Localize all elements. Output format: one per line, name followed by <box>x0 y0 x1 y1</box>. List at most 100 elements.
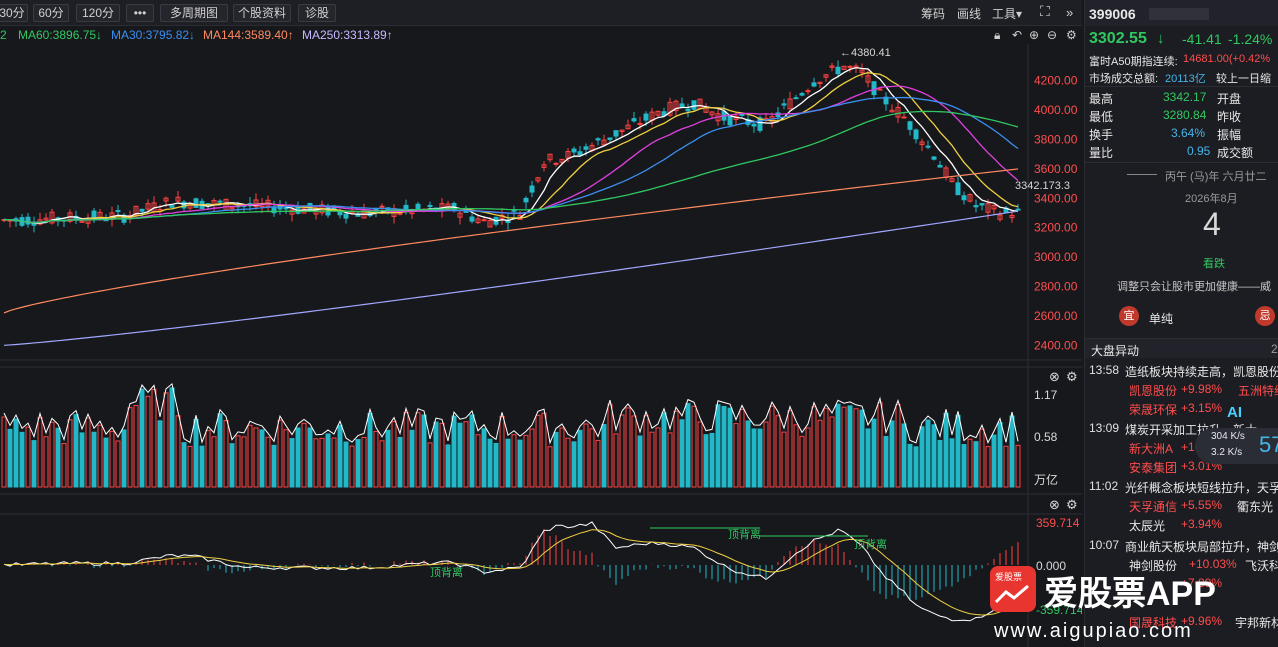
candle-body <box>679 103 685 108</box>
candle-body <box>379 205 385 208</box>
news-stock[interactable]: 凯恩股份 <box>1129 382 1177 399</box>
period-120min-button[interactable]: 120分 <box>76 4 120 22</box>
volume-bar <box>1009 415 1015 488</box>
volume-bar <box>661 412 667 488</box>
tools-menu-button[interactable]: 工具▾ <box>992 5 1022 22</box>
stat-label-low: 最低 <box>1089 110 1114 124</box>
ai-badge[interactable]: AI <box>1227 404 1242 421</box>
stat-value-low: 3280.84 <box>1163 108 1207 122</box>
price-tick-label: 3400.00 <box>1034 191 1078 205</box>
candle-body <box>193 198 199 208</box>
volume-bar <box>577 429 583 488</box>
candle-body <box>961 195 967 201</box>
candle-body <box>955 182 961 196</box>
candle-body <box>469 216 475 222</box>
news-stock[interactable]: 安泰集团 <box>1129 459 1177 476</box>
candle-body <box>583 146 589 150</box>
volume-bar <box>79 432 85 488</box>
candle-body <box>607 137 613 140</box>
volume-bar <box>493 442 499 488</box>
volume-bar <box>487 438 493 488</box>
network-speed-widget[interactable]: 304 K/s 3.2 K/s 57 <box>1195 428 1278 464</box>
close-macd-panel-icon: ⊗ <box>1049 497 1060 512</box>
news-stock[interactable]: 天孚通信 <box>1129 498 1177 515</box>
news-stock[interactable]: 衢东光 <box>1237 498 1273 515</box>
draw-line-button[interactable]: 画线 <box>957 5 981 22</box>
double-chevron-right-icon[interactable]: » <box>1066 5 1073 20</box>
price-tick-label: 3600.00 <box>1034 162 1078 176</box>
candle-body <box>727 115 733 126</box>
volume-bar <box>451 415 457 488</box>
volume-bar <box>757 428 763 488</box>
candle-body <box>571 148 577 153</box>
stat-value-turnover-rate: 3.64% <box>1171 126 1206 140</box>
fullscreen-icon[interactable]: ⛶ <box>1040 3 1050 20</box>
lock-icon[interactable]: 🔒︎ <box>994 28 1000 43</box>
stat-label-high: 最高 <box>1089 92 1114 106</box>
candle-body <box>871 81 877 96</box>
divergence-label: 顶背离 <box>430 565 463 579</box>
zoom-in-icon[interactable]: ⊕ <box>1029 28 1039 42</box>
volume-bar <box>919 426 925 488</box>
volume-unit-label: 万亿 <box>1034 472 1058 487</box>
news-title[interactable]: 造纸板块持续走高，凯恩股份涨 <box>1125 363 1278 380</box>
stat-label-open: 开盘 <box>1217 92 1242 106</box>
diagnose-button[interactable]: 诊股 <box>298 4 336 22</box>
multi-period-button[interactable]: 多周期图 <box>160 4 228 22</box>
macd-top-label: 359.714 <box>1036 516 1080 530</box>
volume-bar <box>859 409 865 488</box>
period-60min-button[interactable]: 60分 <box>33 4 69 22</box>
volume-bar <box>121 429 127 488</box>
volume-bar <box>571 441 577 488</box>
news-stock[interactable]: 荣晟环保 <box>1129 401 1177 418</box>
volume-bar <box>955 414 961 488</box>
candle-body <box>685 108 691 112</box>
volume-bar <box>835 403 841 488</box>
candle-body <box>799 93 805 96</box>
candle-body <box>793 97 799 100</box>
volume-bar <box>259 429 265 488</box>
volume-bar <box>751 428 757 488</box>
price-tick-label: 2400.00 <box>1034 338 1078 352</box>
lunar-date: 丙午 (马)年 六月廿二 <box>1165 171 1267 183</box>
news-title[interactable]: 商业航天板块局部拉升，神剑股 <box>1125 538 1278 555</box>
yi-text: 单纯 <box>1149 312 1174 326</box>
volume-bar <box>19 431 25 488</box>
settings-icon[interactable]: ⚙ <box>1066 28 1077 42</box>
zoom-out-icon[interactable]: ⊖ <box>1047 28 1057 42</box>
news-stock[interactable]: 新大洲A <box>1129 440 1173 457</box>
more-periods-button[interactable]: ••• <box>126 4 154 22</box>
stock-chart[interactable]: 顶背离顶背离顶背离 4200.004000.003800.003600.0034… <box>0 44 1082 647</box>
price-tick-label: 2600.00 <box>1034 309 1078 323</box>
volume-bar <box>385 429 391 488</box>
turnover-label: 市场成交总额: <box>1089 73 1159 85</box>
undo-icon[interactable]: ↶ <box>1012 28 1022 42</box>
volume-bar <box>931 424 937 488</box>
candle-body <box>403 204 409 210</box>
news-stock[interactable]: 五洲特纸 <box>1238 382 1278 399</box>
volume-bar <box>469 414 475 488</box>
news-stock-change: +3.15% <box>1181 401 1223 415</box>
volume-tick-label: 1.17 <box>1034 388 1058 402</box>
ma-legend: 2 MA60:3896.75↓ MA30:3795.82↓ MA144:3589… <box>0 26 1082 44</box>
high-price-marker: ←4380.41 <box>840 47 891 59</box>
volume-bar <box>7 428 13 488</box>
volume-bar <box>727 407 733 488</box>
stock-info-button[interactable]: 个股资料 <box>233 4 291 22</box>
volume-bar <box>847 405 853 488</box>
news-stock[interactable]: 太辰光 <box>1129 517 1165 534</box>
candle-body <box>781 103 787 106</box>
candle-body <box>973 205 979 208</box>
volume-bar <box>715 404 721 488</box>
blurred-name <box>1149 8 1209 20</box>
chips-button[interactable]: 筹码 <box>921 5 945 22</box>
candle-body <box>595 138 601 141</box>
alerts-more[interactable]: 2 <box>1271 342 1278 356</box>
stat-label-turnover-rate: 换手 <box>1089 128 1114 142</box>
volume-bar <box>973 441 979 488</box>
news-time: 13:09 <box>1089 421 1120 435</box>
news-title[interactable]: 光纤概念板块短线拉升，天孚通 <box>1125 479 1278 496</box>
volume-bar <box>55 427 61 488</box>
period-30min-button[interactable]: 30分 <box>0 4 28 22</box>
price-tick-label: 3000.00 <box>1034 250 1078 264</box>
